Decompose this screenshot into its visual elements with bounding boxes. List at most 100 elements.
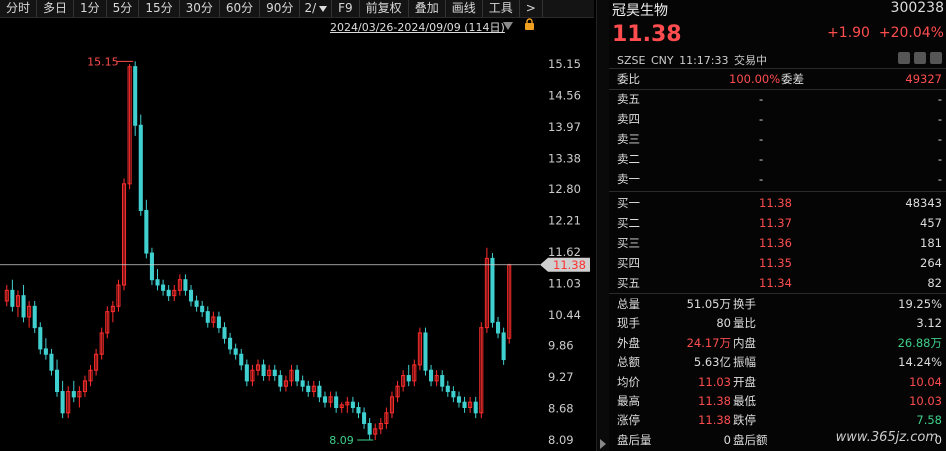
drawing-icon[interactable]	[914, 52, 926, 64]
candle-body	[200, 305, 205, 313]
bid-row[interactable]: 买一 11.38 48343	[609, 193, 946, 213]
toolbar-item[interactable]: 30分	[180, 0, 220, 17]
level-label: 卖二	[617, 152, 640, 166]
y-tick-label: 8.68	[548, 402, 574, 416]
candle-body	[155, 279, 160, 286]
level-price: -	[759, 172, 764, 186]
stat-label: 最高	[617, 394, 640, 408]
toolbar-item[interactable]: 15分	[139, 0, 180, 17]
stat-label: 外盘	[617, 335, 640, 350]
chevron-down-icon[interactable]	[319, 5, 328, 12]
stat-value: 10.04	[909, 374, 942, 389]
candle-body	[462, 401, 467, 409]
stat-label: 盘后量	[617, 432, 652, 447]
current-price-label: 11.38	[553, 258, 586, 272]
stat-label: 盘后额	[733, 432, 768, 447]
panel-splitter[interactable]	[596, 0, 609, 451]
stat-label: 量比	[733, 316, 756, 331]
ask-row[interactable]: 卖一 - -	[609, 169, 946, 189]
candle-body	[295, 369, 300, 382]
candle-body	[228, 337, 233, 350]
lock-icon[interactable]	[524, 18, 535, 30]
candle-body	[362, 412, 367, 424]
bid-row[interactable]: 买五 11.34 82	[609, 273, 946, 293]
candle-body	[133, 66, 138, 126]
ask-row[interactable]: 卖四 - -	[609, 109, 946, 129]
level-price: 11.37	[759, 216, 792, 230]
toolbar-item[interactable]: 90分	[260, 0, 301, 17]
level-price: -	[759, 132, 764, 146]
toolbar-item[interactable]: 前复权	[360, 0, 409, 17]
collapse-arrow-icon[interactable]	[600, 439, 606, 449]
bid-row[interactable]: 买三 11.36 181	[609, 233, 946, 253]
candle-body	[32, 305, 37, 329]
candle-body	[334, 396, 339, 409]
level-label: 卖五	[617, 92, 640, 106]
stats-row: 涨停 11.38 跌停 7.58	[609, 410, 946, 430]
level-volume: -	[937, 132, 942, 146]
weicha-label: 委差	[781, 72, 804, 86]
chevron-down-icon[interactable]	[503, 22, 513, 30]
kline-chart[interactable]: 15.1514.5613.9713.3812.8012.2111.6211.03…	[0, 38, 596, 451]
candle-body	[222, 327, 227, 339]
ask-row[interactable]: 卖三 - -	[609, 129, 946, 149]
level-volume: 48343	[905, 196, 942, 210]
toolbar-item[interactable]: 画线	[446, 0, 483, 17]
level-label: 卖四	[617, 112, 640, 126]
more-icon[interactable]	[930, 52, 942, 64]
stock-code: 300238	[890, 0, 944, 16]
candle-body	[473, 401, 478, 414]
candle-body	[205, 311, 210, 323]
candle-body	[272, 369, 277, 377]
y-tick-label: 9.27	[548, 370, 574, 384]
stats-row: 总量 51.05万 换手 19.25%	[609, 294, 946, 314]
stat-value: 80	[716, 316, 731, 331]
period-toolbar: 分时 多日 1分 5分 15分 30分 60分 90分 2/F9 前复权 叠加 画线 工具 >	[0, 0, 594, 18]
candle-body	[317, 385, 322, 398]
last-price: 11.38	[612, 22, 682, 47]
stats-row: 现手 80 量比 3.12	[609, 313, 946, 333]
y-tick-label: 15.15	[548, 57, 581, 71]
candle-body	[501, 332, 506, 361]
stat-value: 10.03	[909, 394, 942, 408]
candle-body	[356, 407, 361, 414]
candle-body	[261, 364, 266, 377]
toolbar-item[interactable]: 1分	[74, 0, 107, 17]
candle-body	[54, 369, 60, 393]
toolbar-item[interactable]: >	[520, 0, 543, 17]
bid-row[interactable]: 买二 11.37 457	[609, 213, 946, 233]
toolbar-item[interactable]: 叠加	[409, 0, 446, 17]
candle-body	[49, 353, 54, 371]
toolbar-item[interactable]: 分时	[0, 0, 38, 17]
ask-row[interactable]: 卖五 - -	[609, 89, 946, 109]
bid-row[interactable]: 买四 11.35 264	[609, 253, 946, 273]
date-range-selector[interactable]: 2024/03/26-2024/09/09 (114日)	[330, 19, 505, 35]
candle-body	[43, 348, 48, 355]
level-price: 11.34	[759, 276, 792, 290]
stat-value: 0	[723, 432, 731, 447]
candle-body	[161, 284, 166, 291]
candle-body	[429, 369, 434, 382]
toolbar-item[interactable]: 工具	[483, 0, 520, 17]
y-tick-label: 12.80	[548, 182, 581, 196]
weibi-value: 100.00%	[729, 72, 781, 86]
ask-row[interactable]: 卖二 - -	[609, 149, 946, 169]
stat-value: 26.88万	[897, 335, 942, 350]
stat-label: 换手	[733, 297, 756, 311]
stat-label: 跌停	[733, 413, 756, 428]
level-price: 11.35	[759, 256, 792, 270]
edit-icon[interactable]	[898, 52, 910, 64]
candle-body	[38, 327, 43, 350]
candle-body	[367, 422, 372, 435]
stat-label: 现手	[617, 316, 640, 331]
toolbar-item[interactable]: 60分	[220, 0, 261, 17]
level-price: -	[759, 152, 764, 166]
toolbar-item[interactable]: 5分	[107, 0, 140, 17]
candle-body	[322, 396, 328, 403]
toolbar-item[interactable]: F9	[332, 0, 360, 17]
y-tick-label: 9.86	[548, 339, 574, 353]
toolbar-item[interactable]: 2/	[300, 0, 333, 17]
toolbar-item[interactable]: 多日	[37, 0, 75, 17]
level-price: -	[759, 112, 764, 126]
candle-body	[71, 391, 76, 398]
